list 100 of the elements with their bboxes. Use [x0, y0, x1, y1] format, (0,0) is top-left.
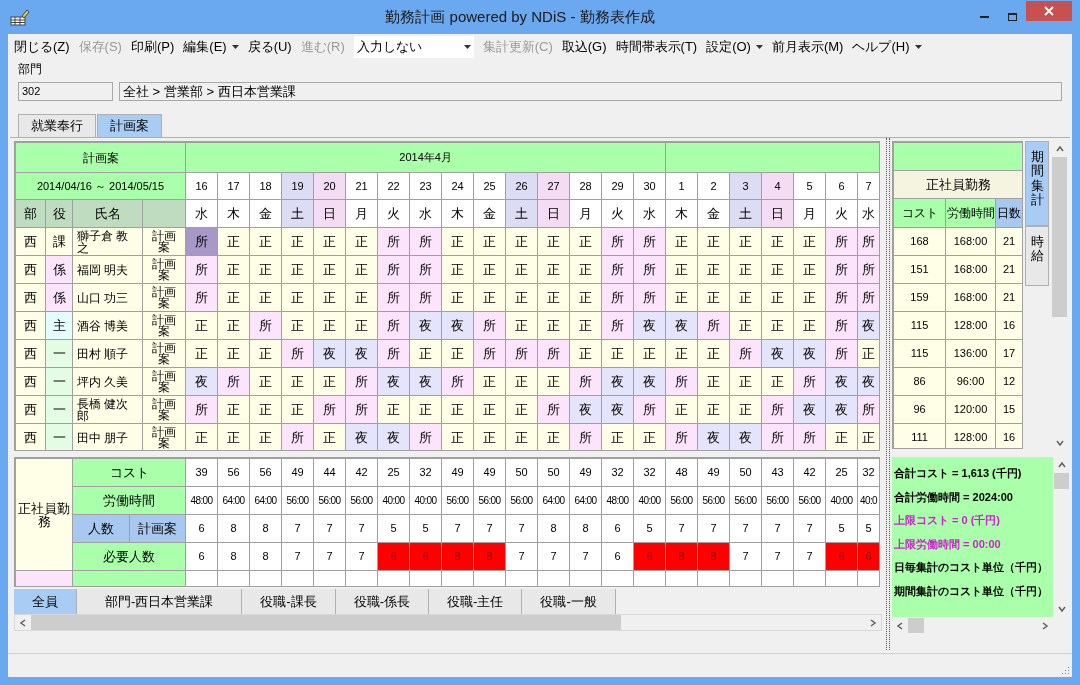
side-tab[interactable]: 時給 — [1025, 226, 1049, 286]
value-cell: 7 — [313, 514, 346, 543]
filter-tab[interactable]: 部門-西日本営業課 — [77, 589, 243, 614]
value-cell: 7 — [345, 514, 378, 543]
scrollbar-thumb[interactable] — [1054, 473, 1069, 489]
value-cell: 7 — [793, 514, 826, 543]
value-cell: 7 — [761, 514, 794, 543]
value-cell: 5 — [377, 514, 410, 543]
value-cell: 39 — [185, 458, 218, 487]
value-cell: 7 — [665, 514, 698, 543]
value-cell: 6 — [185, 514, 218, 543]
total-cell: 151 — [893, 255, 946, 284]
menu-dropdown[interactable]: ヘルプ(H) — [852, 37, 922, 57]
side-tab[interactable]: 期間集計 — [1025, 141, 1049, 226]
menu-dropdown[interactable]: 編集(E) — [183, 37, 239, 57]
value-cell: 64:00 — [249, 486, 282, 515]
value-cell: 32 — [409, 458, 442, 487]
scrollbar-thumb[interactable] — [908, 618, 924, 633]
name-cell: 坪内 久美 — [72, 367, 143, 396]
row-label: 計画案 — [129, 514, 186, 543]
value-cell: 40:00 — [825, 486, 858, 515]
resize-grip-icon[interactable] — [1060, 665, 1070, 675]
total-line: 合計コスト = 1,613 (千円) — [894, 466, 1022, 481]
filter-tab[interactable]: 役職-課長 — [242, 589, 336, 614]
column-header: 氏名 — [72, 199, 143, 228]
close-icon — [1044, 6, 1054, 16]
column-header: 部 — [15, 199, 46, 228]
name-cell: 山口 功三 — [72, 283, 143, 312]
column-header: コスト — [893, 198, 946, 228]
value-cell: 8 — [569, 514, 602, 543]
value-cell: 32 — [601, 458, 634, 487]
scroll-left-icon[interactable] — [895, 620, 905, 631]
scroll-down-icon[interactable] — [1054, 438, 1065, 448]
filter-tab[interactable]: 役職-一般 — [522, 589, 616, 614]
value-cell: 5 — [633, 514, 666, 543]
scroll-left-icon[interactable] — [18, 617, 28, 628]
department-label: 部門 — [18, 61, 43, 78]
value-cell: 48:00 — [601, 486, 634, 515]
menu-item[interactable]: 印刷(P) — [130, 37, 175, 57]
tab[interactable]: 計画案 — [97, 114, 162, 137]
value-cell: 56:00 — [441, 486, 474, 515]
department-cell: 西 — [15, 255, 46, 284]
value-cell: 6 — [601, 514, 634, 543]
value-cell: 40:00 — [377, 486, 410, 515]
scroll-down-icon[interactable] — [1056, 604, 1067, 614]
department-cell: 西 — [15, 311, 46, 340]
value-cell: 56 — [249, 458, 282, 487]
value-cell: 49 — [569, 458, 602, 487]
caret-icon — [231, 45, 239, 49]
value-cell: 49 — [473, 458, 506, 487]
name-cell: 田村 順子 — [72, 339, 143, 368]
grid-title: 計画案 — [15, 142, 186, 173]
total-cell: 159 — [893, 283, 946, 312]
value-cell: 56:00 — [729, 486, 762, 515]
value-cell: 56:00 — [761, 486, 794, 515]
value-cell: 50 — [537, 458, 570, 487]
total-cell: 86 — [893, 367, 946, 396]
scroll-up-icon[interactable] — [1054, 144, 1065, 154]
total-line: 合計労働時間 = 2024:00 — [894, 489, 1013, 505]
value-cell: 49 — [441, 458, 474, 487]
menu-item[interactable]: 時間帯表示(T) — [615, 37, 698, 57]
menu-item[interactable]: 閉じる(Z) — [14, 37, 70, 57]
value-cell: 7 — [441, 514, 474, 543]
value-cell: 40:00 — [633, 486, 666, 515]
value-cell: 7 — [729, 514, 762, 543]
filter-tab[interactable]: 役職-係長 — [335, 589, 430, 614]
scroll-right-icon[interactable] — [1040, 620, 1050, 631]
scroll-up-icon[interactable] — [1056, 460, 1067, 470]
value-cell: 25 — [825, 458, 858, 487]
menu-item[interactable]: 戻る(U) — [247, 37, 292, 57]
tab[interactable]: 就業奉行 — [18, 114, 96, 137]
scrollbar-thumb[interactable] — [31, 615, 621, 630]
department-cell: 西 — [15, 423, 46, 450]
menu-dropdown[interactable]: 設定(O) — [706, 37, 763, 57]
group-header: 正社員勤務 — [893, 170, 1022, 199]
department-code-field[interactable]: 302 — [18, 82, 113, 101]
value-cell: 44 — [313, 458, 346, 487]
total-line: 上限コスト = 0 (千円) — [894, 513, 1001, 528]
menu-item[interactable]: 取込(G) — [561, 37, 607, 57]
horizontal-scrollbar[interactable] — [14, 614, 882, 631]
value-cell: 64:00 — [217, 486, 250, 515]
value-cell: 42 — [345, 458, 378, 487]
close-button[interactable] — [1026, 1, 1072, 21]
filter-tab[interactable]: 役職-主任 — [429, 589, 523, 614]
scrollbar-thumb[interactable] — [1052, 157, 1067, 317]
name-cell: 獅子倉 教之 — [72, 227, 143, 256]
value-cell: 56:00 — [697, 486, 730, 515]
value-cell: 32 — [633, 458, 666, 487]
name-cell: 酒谷 博美 — [72, 311, 143, 340]
total-line: 上限労働時間 = 00:00 — [894, 536, 1001, 552]
value-cell: 48 — [665, 458, 698, 487]
scroll-right-icon[interactable] — [868, 617, 878, 628]
value-cell: 42 — [793, 458, 826, 487]
total-cell: 111 — [893, 423, 946, 448]
value-cell: 5 — [409, 514, 442, 543]
input-mode-select[interactable]: 入力しない — [353, 36, 474, 58]
menu-item[interactable]: 前月表示(M) — [771, 37, 844, 57]
filter-tab[interactable]: 全員 — [14, 589, 77, 614]
department-path-field[interactable]: 全社 > 営業部 > 西日本営業課 — [119, 82, 1062, 101]
total-cell: 168 — [893, 227, 946, 256]
